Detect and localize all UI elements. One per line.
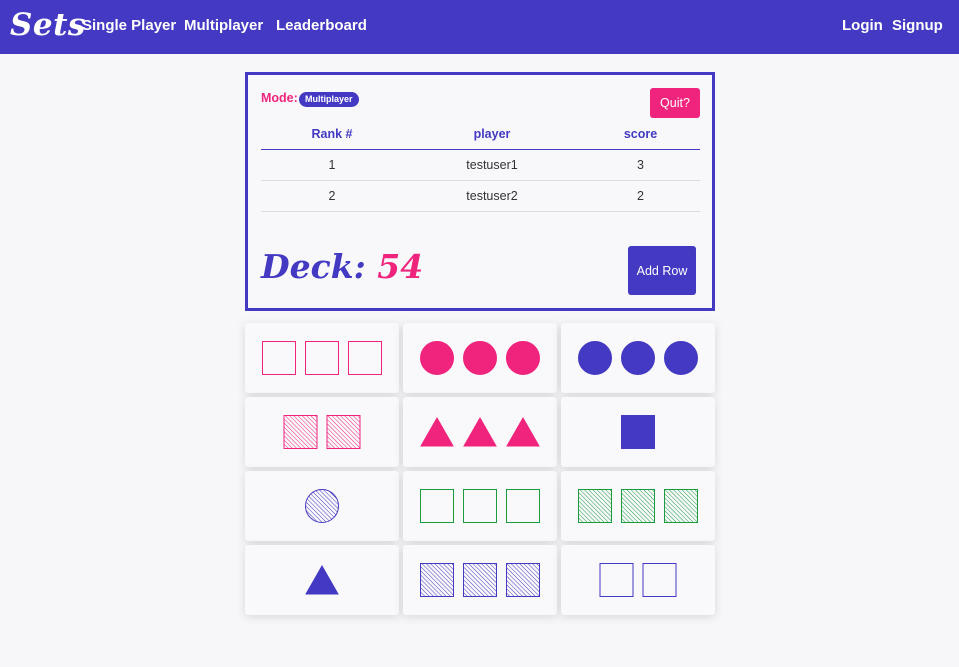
circle-symbol bbox=[463, 341, 497, 375]
deck-counter: Deck: 54 bbox=[261, 247, 423, 286]
deck-count: 54 bbox=[377, 247, 424, 286]
set-card[interactable] bbox=[403, 323, 557, 393]
square-symbol bbox=[506, 489, 540, 523]
set-card[interactable] bbox=[245, 471, 399, 541]
triangle-symbol bbox=[463, 416, 497, 447]
set-card[interactable] bbox=[561, 545, 715, 615]
set-card[interactable] bbox=[403, 545, 557, 615]
nav-signup[interactable]: Signup bbox=[892, 17, 943, 34]
mode-badge: Multiplayer bbox=[299, 92, 359, 107]
column-header-rank: Rank # bbox=[261, 119, 403, 150]
square-symbol bbox=[599, 563, 634, 597]
square-symbol bbox=[621, 489, 655, 523]
circle-symbol bbox=[578, 341, 612, 375]
square-symbol bbox=[348, 341, 382, 375]
circle-symbol bbox=[506, 341, 540, 375]
nav-multiplayer[interactable]: Multiplayer bbox=[184, 17, 263, 34]
rank-cell: 2 bbox=[261, 180, 403, 212]
table-row: 1 testuser1 3 bbox=[261, 149, 700, 181]
circle-symbol bbox=[664, 341, 698, 375]
square-symbol bbox=[283, 415, 318, 449]
square-symbol bbox=[305, 341, 339, 375]
square-symbol bbox=[642, 563, 677, 597]
add-row-button[interactable]: Add Row bbox=[628, 246, 696, 295]
set-card[interactable] bbox=[245, 545, 399, 615]
circle-symbol bbox=[420, 341, 454, 375]
set-card[interactable] bbox=[561, 471, 715, 541]
square-symbol bbox=[326, 415, 361, 449]
deck-label: Deck: bbox=[261, 247, 366, 286]
table-row: 2 testuser2 2 bbox=[261, 180, 700, 212]
card-grid bbox=[245, 323, 715, 615]
score-cell: 2 bbox=[581, 180, 700, 212]
set-card[interactable] bbox=[245, 397, 399, 467]
square-symbol bbox=[664, 489, 698, 523]
column-header-score: score bbox=[581, 119, 700, 150]
set-card[interactable] bbox=[403, 397, 557, 467]
square-symbol bbox=[578, 489, 612, 523]
rank-cell: 1 bbox=[261, 149, 403, 181]
set-card[interactable] bbox=[245, 323, 399, 393]
mode-label: Mode: bbox=[261, 91, 298, 105]
square-symbol bbox=[463, 489, 497, 523]
game-panel: Mode: Multiplayer Quit? Rank # player sc… bbox=[245, 72, 715, 311]
set-card[interactable] bbox=[561, 323, 715, 393]
scoreboard-table: Rank # player score 1 testuser1 3 2 test… bbox=[261, 119, 700, 212]
player-cell: testuser1 bbox=[403, 149, 581, 181]
navbar: Sets Single Player Multiplayer Leaderboa… bbox=[0, 0, 959, 54]
triangle-symbol bbox=[506, 416, 540, 447]
square-symbol bbox=[420, 563, 454, 597]
circle-symbol bbox=[621, 341, 655, 375]
table-header-row: Rank # player score bbox=[261, 119, 700, 150]
quit-button[interactable]: Quit? bbox=[650, 88, 700, 118]
score-cell: 3 bbox=[581, 149, 700, 181]
column-header-player: player bbox=[403, 119, 581, 150]
player-cell: testuser2 bbox=[403, 180, 581, 212]
square-symbol bbox=[506, 563, 540, 597]
nav-leaderboard[interactable]: Leaderboard bbox=[276, 17, 367, 34]
square-symbol bbox=[621, 415, 655, 449]
square-symbol bbox=[262, 341, 296, 375]
set-card[interactable] bbox=[403, 471, 557, 541]
circle-symbol bbox=[305, 489, 339, 523]
brand-logo[interactable]: Sets bbox=[10, 7, 86, 43]
nav-single-player[interactable]: Single Player bbox=[82, 17, 176, 34]
triangle-symbol bbox=[420, 416, 454, 447]
nav-login[interactable]: Login bbox=[842, 17, 883, 34]
set-card[interactable] bbox=[561, 397, 715, 467]
triangle-symbol bbox=[305, 564, 339, 595]
square-symbol bbox=[420, 489, 454, 523]
square-symbol bbox=[463, 563, 497, 597]
